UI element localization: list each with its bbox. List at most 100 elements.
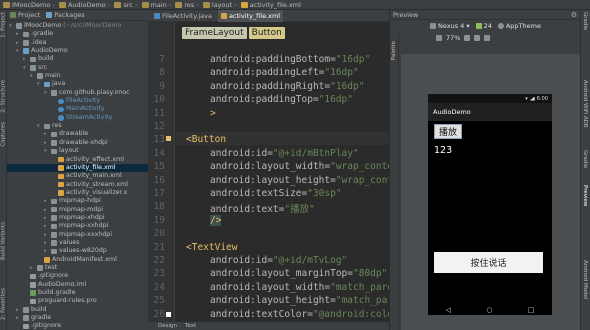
tree-item[interactable]: build.gradle	[7, 289, 148, 297]
chevron-down-icon[interactable]: ▾	[37, 122, 42, 130]
tree-item[interactable]: MainActivity	[7, 105, 148, 113]
zoom-in-icon[interactable]	[464, 34, 471, 41]
tree-item[interactable]: ▾ AudioDemo	[7, 47, 148, 55]
chevron-right-icon[interactable]: ▸	[23, 55, 28, 63]
chevron-down-icon[interactable]: ▾	[44, 147, 49, 155]
tab-activity-file-xml[interactable]: activity_file.xml	[217, 10, 284, 22]
tree-item[interactable]: ▾ java	[7, 80, 148, 88]
breadcrumb-item[interactable]: AudioDemo ›	[58, 1, 110, 9]
tree-item[interactable]: activity_visualizer.x	[7, 189, 148, 197]
chevron-right-icon[interactable]: ▸	[44, 222, 49, 230]
refresh-icon[interactable]	[474, 34, 481, 41]
tree-item[interactable]: ▸ build	[7, 55, 148, 63]
tree-item[interactable]: StreamActivity	[7, 114, 148, 122]
tree-item[interactable]: ▸ mipmap-mdpi	[7, 206, 148, 214]
right-tool-tab-4[interactable]: Android Model	[582, 260, 588, 300]
tab-design[interactable]: Design	[158, 323, 177, 329]
back-icon[interactable]: ◁	[446, 306, 451, 314]
code-line[interactable]: android:paddingRight="16dp"	[210, 81, 364, 92]
xml-crumb-button[interactable]: Button	[248, 27, 285, 39]
tree-item[interactable]: ▸ gradle	[7, 314, 148, 322]
tree-item[interactable]: ▾ com.github.piasy.imoc	[7, 89, 148, 97]
chevron-right-icon[interactable]: ▸	[16, 30, 21, 38]
tree-item[interactable]: ▸ mipmap-hdpi	[7, 197, 148, 205]
tree-item[interactable]: ▸ values-w820dp	[7, 247, 148, 255]
chevron-down-icon[interactable]: ▾	[23, 64, 28, 72]
right-tool-tab-0[interactable]: Gradle	[582, 12, 588, 30]
code-line[interactable]: android:layout_marginTop="80dp"	[210, 268, 387, 279]
tree-item[interactable]: ▸ mipmap-xxhdpi	[7, 222, 148, 230]
tree-item[interactable]: ▾ IMoocDemo (~/src/IMoocDemo	[7, 22, 148, 30]
tree-item[interactable]: activity_effect.xml	[7, 156, 148, 164]
tree-item[interactable]: ▸ build	[7, 306, 148, 314]
chevron-right-icon[interactable]: ▸	[44, 247, 49, 255]
tree-item[interactable]: ▸ .idea	[7, 39, 148, 47]
chevron-down-icon[interactable]: ▾	[9, 22, 14, 30]
zoom-out-icon[interactable]	[436, 34, 442, 41]
tree-item[interactable]: ▸ drawable-xhdpi	[7, 139, 148, 147]
tree-item[interactable]: .gitignore	[7, 322, 148, 330]
code-line[interactable]: android:paddingTop="16dp"	[210, 94, 353, 105]
chevron-right-icon[interactable]: ▸	[44, 206, 49, 214]
tree-item[interactable]: ▸ mipmap-xxxhdpi	[7, 231, 148, 239]
right-tool-tab-3[interactable]: Preview	[582, 185, 588, 206]
code-line[interactable]: android:textSize="30sp"	[210, 188, 342, 199]
tree-item[interactable]: AudioDemo.iml	[7, 281, 148, 289]
tree-item[interactable]: ▸ test	[7, 264, 148, 272]
chevron-down-icon[interactable]: ▾	[16, 47, 21, 55]
chevron-right-icon[interactable]: ▸	[16, 39, 21, 47]
play-button[interactable]: 播放	[434, 124, 463, 139]
chevron-right-icon[interactable]: ▸	[44, 139, 49, 147]
tab-text[interactable]: Text	[185, 323, 196, 329]
chevron-right-icon[interactable]: ▸	[16, 314, 21, 322]
code-line[interactable]: <TextView	[186, 242, 237, 253]
tree-item[interactable]: ▾ res	[7, 122, 148, 130]
breadcrumb-item[interactable]: IMoocDemo ›	[3, 1, 55, 9]
code-line[interactable]: android:text="播放"	[210, 201, 315, 215]
tree-item[interactable]: activity_main.xml	[7, 172, 148, 180]
xml-crumb-framelayout[interactable]: FrameLayout	[182, 27, 247, 39]
gear-icon[interactable]: ⚙	[571, 11, 577, 19]
tool-tab-0[interactable]: 1: Project	[0, 12, 7, 38]
home-icon[interactable]: ○	[486, 306, 492, 314]
chevron-right-icon[interactable]: ▸	[30, 264, 35, 272]
chevron-down-icon[interactable]: ▾	[37, 80, 42, 88]
right-tool-tab-1[interactable]: Android WiFi ADB	[582, 80, 588, 128]
breadcrumb-item[interactable]: main ›	[141, 1, 171, 9]
code-line[interactable]: android:layout_width="wrap_content"	[210, 161, 389, 172]
tree-item[interactable]: ▾ main	[7, 72, 148, 80]
code-line[interactable]: android:paddingLeft="16dp"	[210, 67, 359, 78]
tool-tab-3[interactable]: Build Variants	[0, 222, 7, 260]
tree-item[interactable]: ▸ drawable	[7, 130, 148, 138]
tree-item[interactable]: activity_stream.xml	[7, 181, 148, 189]
code-line[interactable]: android:id="@+id/mTvLog"	[210, 255, 347, 266]
tree-item[interactable]: ▾ layout	[7, 147, 148, 155]
project-tab[interactable]: Project	[10, 11, 40, 19]
breadcrumb-item[interactable]: res ›	[175, 1, 199, 9]
right-tool-tab-2[interactable]: Gradle	[582, 150, 588, 168]
chevron-right-icon[interactable]: ▸	[44, 214, 49, 222]
chevron-right-icon[interactable]: ▸	[44, 239, 49, 247]
chevron-right-icon[interactable]: ▸	[44, 231, 49, 239]
code-line[interactable]: android:id="@+id/mBtnPlay"	[210, 148, 359, 159]
code-line[interactable]: android:layout_height="wrap_content"	[210, 175, 389, 186]
tool-tab-1[interactable]: 2: Structure	[0, 80, 7, 113]
tree-item[interactable]: ▸ mipmap-xhdpi	[7, 214, 148, 222]
chevron-right-icon[interactable]: ▸	[44, 130, 49, 138]
press-to-talk-button[interactable]: 按住说话	[434, 252, 543, 273]
theme-selector[interactable]: AppTheme	[497, 22, 541, 30]
chevron-right-icon[interactable]: ▸	[16, 306, 21, 314]
tree-item[interactable]: activity_file.xml	[7, 163, 148, 173]
device-selector[interactable]: Nexus 4 ▾	[430, 22, 470, 30]
tool-tab-2[interactable]: Captures	[0, 122, 7, 147]
chevron-right-icon[interactable]: ▸	[44, 197, 49, 205]
code-line[interactable]: android:layout_width="match_parent"	[210, 282, 389, 293]
code-line[interactable]: />	[210, 214, 222, 226]
tree-item[interactable]: FileActivity	[7, 97, 148, 105]
tree-item[interactable]: proguard-rules.pro	[7, 297, 148, 305]
code-line[interactable]: <Button	[186, 134, 226, 145]
tree-item[interactable]: ▸ .gradle	[7, 30, 148, 38]
tree-item[interactable]: AndroidManifest.xml	[7, 256, 148, 264]
code-line[interactable]: android:paddingBottom="16dp"	[210, 54, 370, 65]
api-selector[interactable]: 24	[475, 22, 492, 30]
